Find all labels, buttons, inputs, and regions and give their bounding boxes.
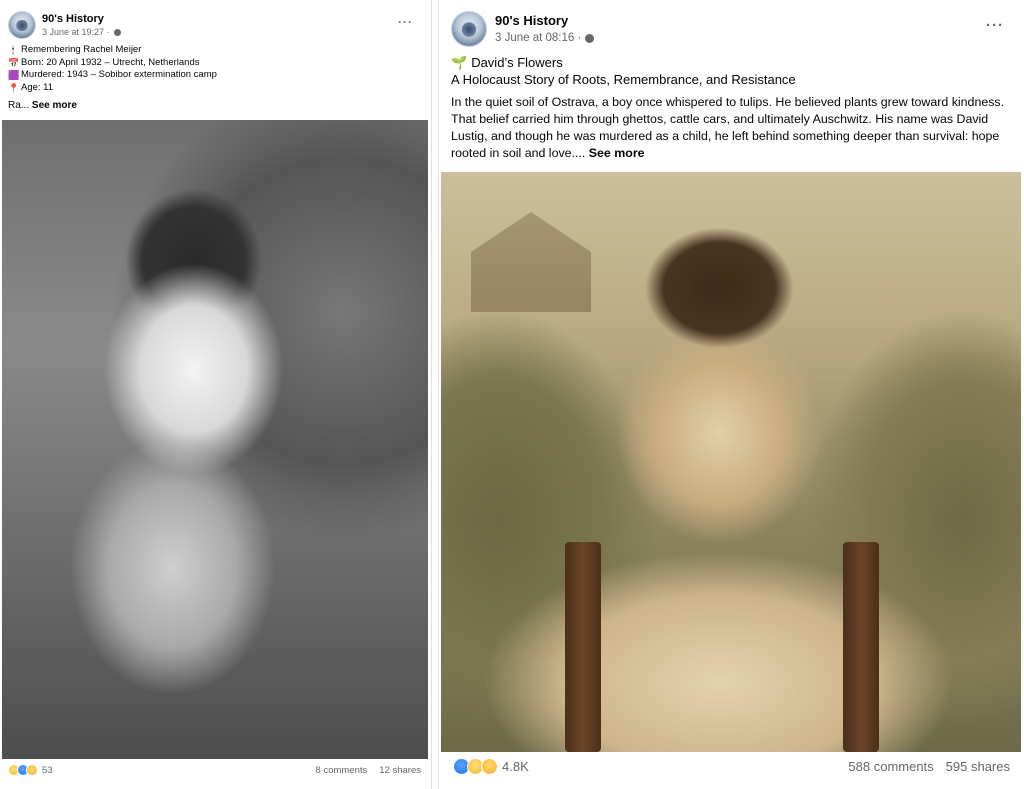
see-more-link[interactable]: See more [589,146,645,160]
candle-icon: 🕯 [11,45,15,55]
shares-count-link[interactable]: 595 shares [946,759,1010,774]
caption-line: Murdered: 1943 – Sobibor extermination c… [21,69,217,81]
post-davids-flowers: 90's History 3 June at 08:16 · ··· 🌱 Davi… [438,0,1024,789]
purple-square-icon: 🟪 [8,70,20,81]
post-header: 90's History 3 June at 08:16 · [451,11,595,47]
reaction-icons[interactable] [8,764,38,776]
post-subtitle: A Holocaust Story of Roots, Remembrance,… [451,72,796,87]
post-photo[interactable] [441,172,1021,752]
shares-count-link[interactable]: 12 shares [379,765,421,776]
page-name-link[interactable]: 90's History [42,12,121,26]
comments-count-link[interactable]: 588 comments [848,759,933,774]
caption-line: Age: 11 [21,81,54,93]
post-rachel-meijer: 90's History 3 June at 19:27 · ··· 🕯 Reme… [0,0,432,789]
globe-icon [113,28,121,36]
more-options-button[interactable]: ··· [398,15,413,29]
post-timestamp[interactable]: 3 June at 08:16 · [495,30,581,46]
care-reaction-icon [481,758,498,775]
post-footer: 53 8 comments 12 shares [8,764,421,776]
post-caption: 🕯 Remembering Rachel Meijer 📅 Born: 20 Apr… [8,44,217,94]
post-title: David’s Flowers [471,55,563,70]
see-more-link[interactable]: See more [32,100,77,111]
caption-line: Born: 20 April 1932 – Utrecht, Netherlan… [21,56,200,68]
post-header: 90's History 3 June at 19:27 · [8,11,121,39]
post-title-block: 🌱 David’s Flowers A Holocaust Story of Ro… [451,54,796,88]
reaction-count[interactable]: 53 [42,765,53,776]
caption-truncated: Ra... See more [8,100,77,111]
post-photo[interactable] [2,120,428,759]
page-name-link[interactable]: 90's History [495,12,594,30]
comments-count-link[interactable]: 8 comments [316,765,368,776]
truncated-text: Ra... [8,100,32,111]
photo-strap-left [565,542,601,752]
pin-icon: 📍 [8,82,20,93]
globe-icon [585,33,595,43]
page-avatar[interactable] [8,11,36,39]
photo-strap-right [843,542,879,752]
post-timestamp[interactable]: 3 June at 19:27 · [42,26,110,38]
photo-house-shape [471,212,591,312]
sprout-icon: 🌱 [451,55,468,70]
reaction-icons[interactable] [453,758,498,775]
reaction-count[interactable]: 4.8K [502,759,529,774]
post-body-text: In the quiet soil of Ostrava, a boy once… [451,95,1005,160]
page-avatar[interactable] [451,11,487,47]
more-options-button[interactable]: ··· [986,17,1004,34]
post-body: In the quiet soil of Ostrava, a boy once… [451,94,1017,162]
calendar-icon: 📅 [8,57,20,68]
caption-line: Remembering Rachel Meijer [21,44,142,55]
post-footer: 4.8K 588 comments 595 shares [453,758,1010,775]
care-reaction-icon [26,764,38,776]
